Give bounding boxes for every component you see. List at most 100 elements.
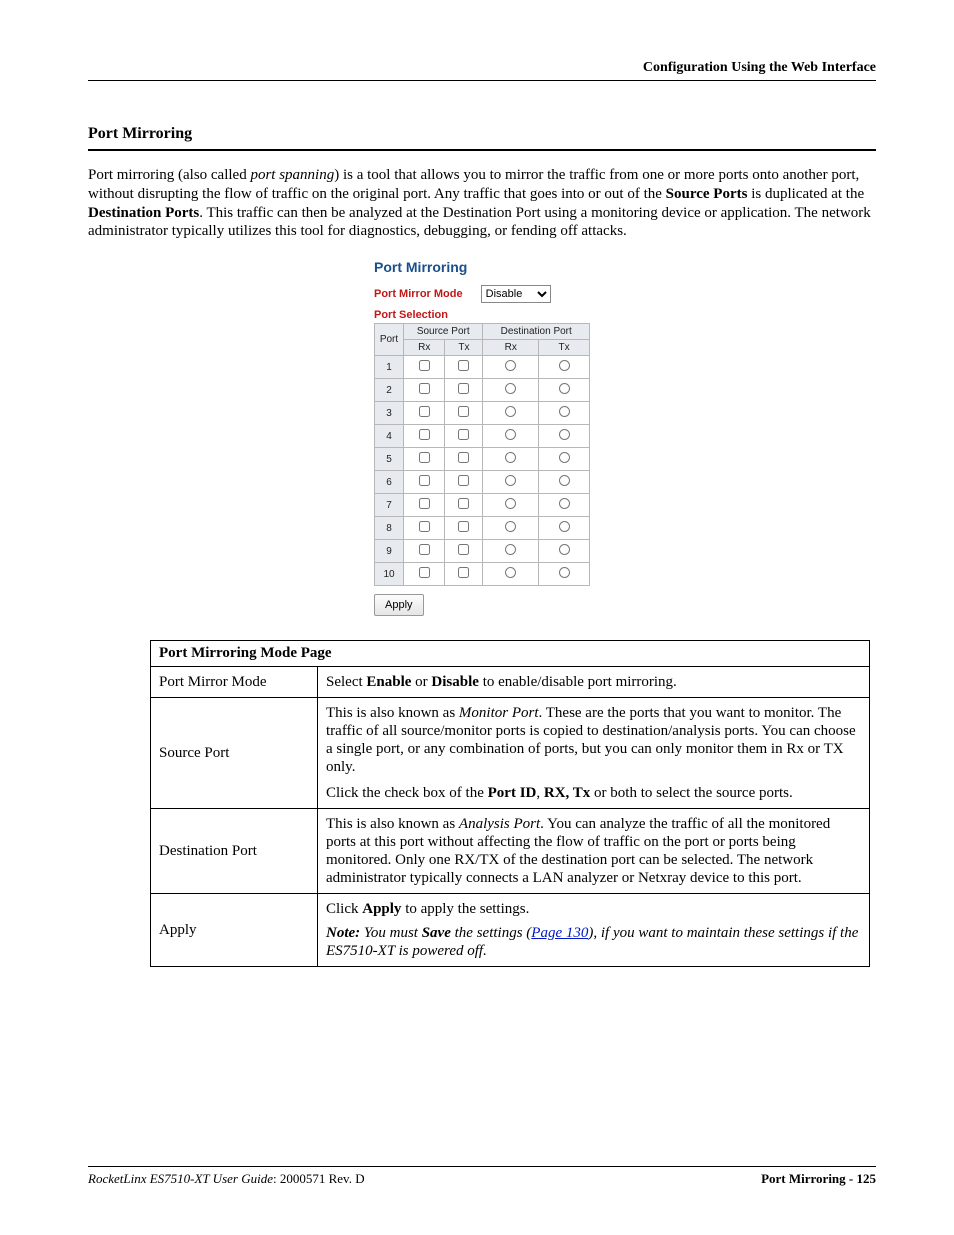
port-number: 6 bbox=[375, 471, 404, 494]
dst-rx-radio[interactable] bbox=[505, 406, 516, 417]
src-tx-checkbox[interactable] bbox=[458, 521, 469, 532]
port-number: 8 bbox=[375, 517, 404, 540]
dst-tx-radio[interactable] bbox=[559, 452, 570, 463]
footer-right: Port Mirroring - 125 bbox=[761, 1171, 876, 1186]
src-tx-checkbox[interactable] bbox=[458, 544, 469, 555]
table-row: 5 bbox=[375, 448, 590, 471]
dst-rx-radio[interactable] bbox=[505, 475, 516, 486]
row-dest-label: Destination Port bbox=[151, 809, 318, 894]
page-footer: RocketLinx ES7510-XT User Guide: 2000571… bbox=[88, 1166, 876, 1187]
src-rx-checkbox[interactable] bbox=[419, 498, 430, 509]
selection-label: Port Selection bbox=[374, 309, 590, 321]
dst-tx-radio[interactable] bbox=[559, 383, 570, 394]
mode-label: Port Mirror Mode bbox=[374, 288, 463, 300]
t: or both to select the source ports. bbox=[590, 785, 792, 801]
src-tx-checkbox[interactable] bbox=[458, 475, 469, 486]
dst-tx-radio[interactable] bbox=[559, 544, 570, 555]
dst-tx-radio[interactable] bbox=[559, 498, 570, 509]
dst-rx-radio[interactable] bbox=[505, 452, 516, 463]
dst-tx-radio[interactable] bbox=[559, 475, 570, 486]
table-row: 10 bbox=[375, 563, 590, 586]
intro-b2: Destination Ports bbox=[88, 205, 199, 221]
t: This is also known as bbox=[326, 705, 459, 721]
t: to apply the settings. bbox=[401, 901, 529, 917]
port-table: Port Source Port Destination Port Rx Tx … bbox=[374, 323, 590, 586]
table-row: 7 bbox=[375, 494, 590, 517]
table-row: 6 bbox=[375, 471, 590, 494]
port-number: 2 bbox=[375, 379, 404, 402]
dst-rx-radio[interactable] bbox=[505, 383, 516, 394]
row-dest-text: This is also known as Analysis Port. You… bbox=[318, 809, 870, 894]
note-lead: Note: bbox=[326, 925, 360, 941]
port-number: 1 bbox=[375, 356, 404, 379]
row-mode-text: Select Enable or Disable to enable/disab… bbox=[318, 667, 870, 698]
t: Save bbox=[422, 925, 451, 941]
src-tx-checkbox[interactable] bbox=[458, 406, 469, 417]
t: Disable bbox=[431, 674, 479, 690]
t: RX, Tx bbox=[544, 785, 590, 801]
col-source: Source Port bbox=[404, 324, 483, 340]
dst-tx-radio[interactable] bbox=[559, 406, 570, 417]
src-tx-checkbox[interactable] bbox=[458, 452, 469, 463]
t: Apply bbox=[362, 901, 401, 917]
table-row: 8 bbox=[375, 517, 590, 540]
mode-select[interactable]: Disable bbox=[481, 285, 551, 303]
table-row: 3 bbox=[375, 402, 590, 425]
src-tx-checkbox[interactable] bbox=[458, 567, 469, 578]
dst-rx-radio[interactable] bbox=[505, 521, 516, 532]
src-rx-checkbox[interactable] bbox=[419, 521, 430, 532]
ui-title: Port Mirroring bbox=[374, 259, 590, 275]
t: This is also known as bbox=[326, 816, 459, 832]
port-number: 4 bbox=[375, 425, 404, 448]
dst-tx-radio[interactable] bbox=[559, 360, 570, 371]
src-rx-checkbox[interactable] bbox=[419, 452, 430, 463]
port-mirroring-ui: Port Mirroring Port Mirror Mode Disable … bbox=[374, 259, 590, 616]
src-rx-checkbox[interactable] bbox=[419, 544, 430, 555]
dst-rx-radio[interactable] bbox=[505, 498, 516, 509]
src-rx-checkbox[interactable] bbox=[419, 360, 430, 371]
table-row: Port Mirror Mode Select Enable or Disabl… bbox=[151, 667, 870, 698]
table-row: Apply Click Apply to apply the settings.… bbox=[151, 894, 870, 967]
table-row: Source Port This is also known as Monito… bbox=[151, 698, 870, 809]
src-tx-checkbox[interactable] bbox=[458, 498, 469, 509]
src-tx-checkbox[interactable] bbox=[458, 360, 469, 371]
desc-title: Port Mirroring Mode Page bbox=[151, 641, 870, 667]
port-number: 10 bbox=[375, 563, 404, 586]
col-src-rx: Rx bbox=[404, 340, 445, 356]
src-rx-checkbox[interactable] bbox=[419, 475, 430, 486]
src-rx-checkbox[interactable] bbox=[419, 406, 430, 417]
dst-rx-radio[interactable] bbox=[505, 567, 516, 578]
port-number: 3 bbox=[375, 402, 404, 425]
row-apply-text: Click Apply to apply the settings. Note:… bbox=[318, 894, 870, 967]
dst-rx-radio[interactable] bbox=[505, 544, 516, 555]
page-link[interactable]: Page 130 bbox=[531, 925, 588, 941]
src-rx-checkbox[interactable] bbox=[419, 567, 430, 578]
col-dest: Destination Port bbox=[483, 324, 590, 340]
dst-tx-radio[interactable] bbox=[559, 567, 570, 578]
t: You must bbox=[364, 925, 422, 941]
dst-rx-radio[interactable] bbox=[505, 429, 516, 440]
table-row: 1 bbox=[375, 356, 590, 379]
src-rx-checkbox[interactable] bbox=[419, 383, 430, 394]
t: , bbox=[536, 785, 544, 801]
t: Click the check box of the bbox=[326, 785, 488, 801]
t: Analysis Port bbox=[459, 816, 540, 832]
src-rx-checkbox[interactable] bbox=[419, 429, 430, 440]
t: Click bbox=[326, 901, 362, 917]
apply-button[interactable]: Apply bbox=[374, 594, 424, 616]
t: Port ID bbox=[488, 785, 537, 801]
t: to enable/disable port mirroring. bbox=[479, 674, 677, 690]
dst-tx-radio[interactable] bbox=[559, 521, 570, 532]
description-table: Port Mirroring Mode Page Port Mirror Mod… bbox=[150, 640, 870, 967]
row-source-label: Source Port bbox=[151, 698, 318, 809]
row-apply-label: Apply bbox=[151, 894, 318, 967]
dst-rx-radio[interactable] bbox=[505, 360, 516, 371]
intro-paragraph: Port mirroring (also called port spannin… bbox=[88, 166, 876, 241]
dst-tx-radio[interactable] bbox=[559, 429, 570, 440]
running-head: Configuration Using the Web Interface bbox=[88, 60, 876, 81]
row-mode-label: Port Mirror Mode bbox=[151, 667, 318, 698]
src-tx-checkbox[interactable] bbox=[458, 383, 469, 394]
src-tx-checkbox[interactable] bbox=[458, 429, 469, 440]
intro-pre: Port mirroring (also called bbox=[88, 167, 250, 183]
footer-left-rest: : 2000571 Rev. D bbox=[273, 1171, 365, 1186]
